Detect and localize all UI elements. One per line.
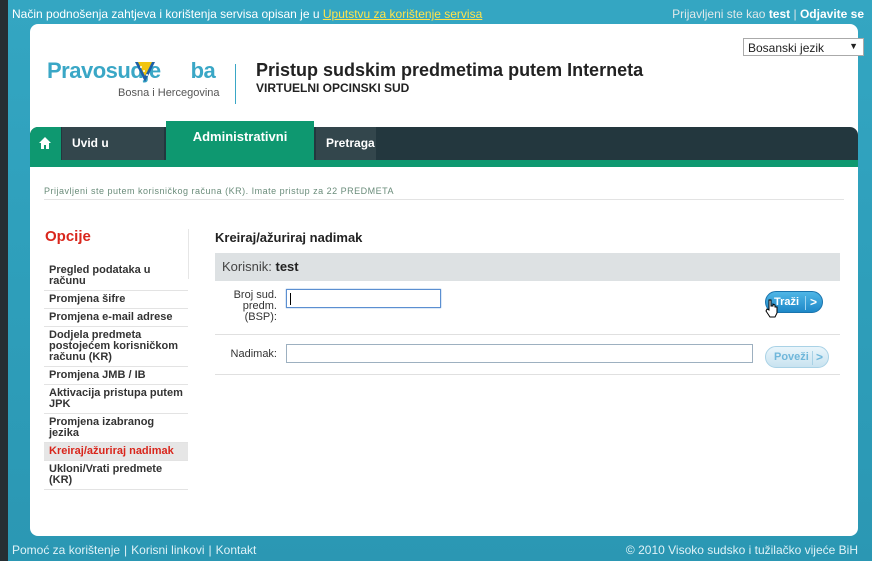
nickname-label: Nadimak: (230, 348, 277, 360)
sidebar-item-nadimak[interactable]: Kreiraj/ažuriraj nadimak (44, 443, 188, 461)
chevron-right-icon: > (810, 295, 818, 309)
nav-underline (30, 160, 858, 167)
access-info: Prijavljeni ste putem korisničkog računa… (44, 186, 394, 196)
footer-link-help[interactable]: Pomoć za korištenje (12, 543, 120, 557)
user-label: Korisnik: (222, 259, 272, 274)
site-subtitle: VIRTUELNI OPCINSKI SUD (256, 81, 410, 95)
link-button[interactable]: Poveži > (765, 346, 829, 368)
main-navigation: Uvid u predmet Administrativni panel Pre… (30, 121, 858, 183)
main-container: Bosanski jezik ▼ Pravosudje ba Bosna i He… (30, 24, 864, 536)
brand-suffix: ba (190, 58, 216, 83)
login-status: Prijavljeni ste kao test | Odjavite se (672, 7, 864, 21)
bsp-row: Broj sud. predm. (BSP): Traži > (215, 281, 840, 335)
user-value: test (275, 259, 299, 274)
sidebar-item-promjena-sifre[interactable]: Promjena šifre (44, 291, 188, 309)
footer-copyright: © 2010 Visoko sudsko i tužilačko vijeće … (625, 543, 858, 557)
tab-pretraga[interactable]: Pretraga (316, 127, 376, 160)
home-icon (39, 137, 51, 149)
bih-emblem-icon (135, 62, 155, 82)
manual-link[interactable]: Uputstvu za korištenje servisa (323, 7, 482, 21)
footer-separator: | (124, 543, 128, 557)
sidebar-menu: Pregled podataka u računu Promjena šifre… (44, 262, 188, 490)
bsp-label: Broj sud. predm. (BSP): (233, 289, 277, 323)
sidebar-divider (188, 229, 189, 279)
brand-region: Bosna i Hercegovina (118, 87, 220, 99)
logo-divider (235, 64, 236, 104)
button-separator (805, 296, 806, 310)
nickname-input[interactable] (286, 344, 753, 363)
language-selected-value: Bosanski jezik (748, 41, 825, 55)
notice-text: Način podnošenja zahtjeva i korištenja s… (12, 7, 482, 21)
bsp-input[interactable] (286, 289, 441, 308)
chevron-right-icon: > (816, 350, 824, 364)
footer-links: Pomoć za korištenje | Korisni linkovi | Kont… (12, 543, 256, 557)
sidebar-title: Opcije (45, 228, 91, 245)
notice-prefix: Način podnošenja zahtjeva i korištenja s… (12, 7, 320, 21)
logout-link[interactable]: Odjavite se (800, 7, 864, 21)
window-edge (0, 0, 8, 561)
language-select[interactable]: Bosanski jezik ▼ (743, 38, 864, 56)
sidebar-item-pregled-podataka[interactable]: Pregled podataka u računu (44, 262, 188, 291)
sidebar-item-aktivacija-jpk[interactable]: Aktivacija pristupa putem JPK (44, 385, 188, 414)
link-button-label: Poveži (774, 351, 809, 363)
text-caret (290, 293, 291, 305)
tab-uvid-u-predmet[interactable]: Uvid u predmet (62, 127, 164, 183)
dropdown-arrow-icon: ▼ (849, 41, 858, 51)
logged-in-label: Prijavljeni ste kao (672, 7, 766, 21)
sidebar-item-dodjela-predmeta[interactable]: Dodjela predmeta postojećem korisničkom … (44, 327, 188, 367)
footer-separator: | (208, 543, 212, 557)
button-separator (812, 351, 813, 365)
separator: | (793, 7, 797, 21)
sidebar-item-ukloni-vrati[interactable]: Ukloni/Vrati predmete (KR) (44, 461, 188, 490)
site-title: Pristup sudskim predmetima putem Interne… (256, 60, 644, 80)
sidebar-item-promjena-jmb[interactable]: Promjena JMB / IB (44, 367, 188, 385)
logged-in-username: test (768, 7, 791, 21)
user-info-bar: Korisnik: test (215, 253, 840, 281)
divider (44, 199, 844, 200)
tab-administrativni-panel[interactable]: Administrativni panel (166, 121, 314, 176)
sidebar-item-promjena-jezika[interactable]: Promjena izabranog jezika (44, 414, 188, 443)
nav-home-button[interactable] (30, 127, 61, 160)
mouse-pointer-icon (765, 299, 778, 318)
site-logo[interactable]: Pravosudje ba Bosna i Hercegovina (47, 58, 227, 102)
sidebar-item-promjena-email[interactable]: Promjena e-mail adrese (44, 309, 188, 327)
page-title: Kreiraj/ažuriraj nadimak (215, 230, 363, 245)
nickname-row: Nadimak: Poveži > (215, 335, 840, 375)
footer-link-contact[interactable]: Kontakt (216, 543, 257, 557)
footer-link-useful[interactable]: Korisni linkovi (131, 543, 204, 557)
